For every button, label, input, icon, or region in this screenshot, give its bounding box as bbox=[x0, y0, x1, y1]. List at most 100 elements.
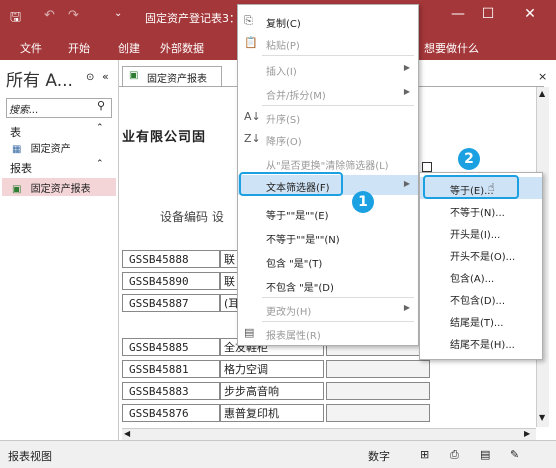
menu-item-insert[interactable]: 插入(I) ▶ bbox=[238, 59, 418, 79]
close-button[interactable]: ✕ bbox=[516, 6, 544, 28]
tab-create[interactable]: 创建 bbox=[118, 40, 140, 56]
text-filter-submenu: 等于(E)... ☝ 不等于(N)... 开头是(I)... 开头不是(O)..… bbox=[419, 172, 543, 360]
table-row-name[interactable]: 惠普复印机 bbox=[220, 404, 324, 422]
nav-collapse-icon[interactable]: « bbox=[102, 70, 109, 83]
table-row-name[interactable]: (耳 bbox=[220, 294, 239, 312]
submenu-arrow-icon: ▶ bbox=[403, 303, 410, 312]
table-row-code[interactable]: GSSB45888 bbox=[122, 250, 220, 268]
nav-item-label: 固定资产 bbox=[30, 144, 71, 155]
print-preview-icon[interactable]: ⎙ bbox=[450, 448, 459, 462]
callout-box-2 bbox=[423, 175, 519, 199]
sort-asc-icon: A↓ bbox=[244, 110, 261, 123]
menu-item-label: 插入(I) bbox=[266, 67, 297, 78]
submenu-item-label: 不等于(N)... bbox=[450, 208, 505, 219]
document-tab[interactable]: ▣ 固定资产报表 bbox=[122, 66, 222, 87]
menu-item-label: 粘贴(P) bbox=[266, 41, 300, 52]
table-row-blank bbox=[326, 360, 430, 378]
report-company-title: 业有限公司固 bbox=[122, 130, 207, 145]
menu-item-label: 降序(O) bbox=[266, 137, 302, 148]
nav-pane-header[interactable]: 所有 A... bbox=[6, 66, 73, 91]
tab-home[interactable]: 开始 bbox=[68, 40, 90, 56]
nav-search-input[interactable]: 搜索... ⚲ bbox=[6, 98, 112, 118]
report-view-icon[interactable]: ⊞ bbox=[420, 448, 429, 461]
minimize-button[interactable]: — bbox=[444, 6, 472, 28]
table-row-name[interactable]: 步步高音响 bbox=[220, 382, 324, 400]
submenu-item-begins-with[interactable]: 开头是(I)... bbox=[420, 221, 542, 243]
table-row-code[interactable]: GSSB45881 bbox=[122, 360, 220, 378]
table-row-code[interactable]: GSSB45876 bbox=[122, 404, 220, 422]
menu-item-report-properties[interactable]: ▤ 报表属性(R) bbox=[238, 323, 418, 343]
submenu-item-ends-with[interactable]: 结尾是(T)... bbox=[420, 309, 542, 331]
table-row-code[interactable]: GSSB45885 bbox=[122, 338, 220, 356]
menu-item-not-equals-yes[interactable]: 不等于""是""(N) bbox=[238, 227, 418, 247]
callout-badge-1: 1 bbox=[352, 191, 374, 213]
menu-item-not-contains-yes[interactable]: 不包含 "是"(D) bbox=[238, 275, 418, 295]
submenu-item-label: 不包含(D)... bbox=[450, 296, 506, 307]
maximize-button[interactable]: ☐ bbox=[474, 6, 502, 28]
menu-item-label: 包含 "是"(T) bbox=[266, 259, 323, 270]
submenu-item-not-ends-with[interactable]: 结尾不是(H)... bbox=[420, 331, 542, 353]
navigation-pane: 所有 A... ⊙ « 搜索... ⚲ 表 ⌃ ▦ 固定资产 报表 ⌃ ▣ 固定… bbox=[0, 60, 119, 440]
table-row-name[interactable]: 格力空调 bbox=[220, 360, 324, 378]
menu-item-sort-asc[interactable]: A↓ 升序(S) bbox=[238, 107, 418, 127]
menu-item-label: 更改为(H) bbox=[266, 307, 312, 318]
group-collapse-icon[interactable]: ⌃ bbox=[96, 159, 104, 169]
report-icon: ▣ bbox=[12, 184, 22, 195]
report-icon: ▣ bbox=[129, 70, 139, 81]
menu-item-label: 不包含 "是"(D) bbox=[266, 283, 334, 294]
numlock-indicator: 数字 bbox=[368, 450, 390, 463]
sort-desc-icon: Z↓ bbox=[244, 132, 261, 145]
menu-item-label: 合并/拆分(M) bbox=[266, 91, 326, 102]
menu-item-label: 从"是否更换"清除筛选器(L) bbox=[266, 161, 389, 172]
quick-access-customize-icon[interactable]: ⌄ bbox=[114, 8, 122, 19]
menu-separator bbox=[262, 297, 414, 298]
table-row-name[interactable]: 联 bbox=[220, 250, 238, 268]
menu-item-equals-yes[interactable]: 等于""是""(E) bbox=[238, 203, 418, 223]
copy-icon: ⎘ bbox=[244, 14, 253, 27]
submenu-item-label: 开头不是(O)... bbox=[450, 252, 516, 263]
submenu-item-contains[interactable]: 包含(A)... bbox=[420, 265, 542, 287]
menu-item-paste[interactable]: 📋 粘贴(P) bbox=[238, 33, 418, 53]
save-icon[interactable]: 🖫 bbox=[10, 8, 21, 30]
table-row-code[interactable]: GSSB45887 bbox=[122, 294, 220, 312]
menu-item-contains-yes[interactable]: 包含 "是"(T) bbox=[238, 251, 418, 271]
close-document-icon[interactable]: × bbox=[538, 70, 547, 83]
submenu-item-not-contains[interactable]: 不包含(D)... bbox=[420, 287, 542, 309]
menu-item-change-to[interactable]: 更改为(H) ▶ bbox=[238, 299, 418, 319]
scroll-up-icon[interactable]: ▲ bbox=[539, 89, 545, 98]
menu-item-label: 升序(S) bbox=[266, 115, 301, 126]
nav-dropdown-icon[interactable]: ⊙ bbox=[86, 72, 94, 83]
menu-item-clear-filter[interactable]: 从"是否更换"清除筛选器(L) bbox=[238, 153, 418, 173]
redo-icon[interactable]: ↷ bbox=[68, 8, 79, 23]
table-row-code[interactable]: GSSB45890 bbox=[122, 272, 220, 290]
tab-file[interactable]: 文件 bbox=[20, 40, 42, 56]
table-row-blank bbox=[326, 382, 430, 400]
menu-item-label: 等于""是""(E) bbox=[266, 211, 329, 222]
nav-item-label: 固定资产报表 bbox=[30, 184, 91, 195]
tell-me-box[interactable]: 想要做什么 bbox=[424, 40, 479, 56]
layout-view-icon[interactable]: ▤ bbox=[480, 448, 490, 461]
undo-icon[interactable]: ↶ bbox=[44, 8, 55, 23]
scroll-right-icon[interactable]: ▶ bbox=[524, 429, 530, 438]
nav-group-tables[interactable]: 表 bbox=[10, 124, 21, 140]
submenu-item-not-equals[interactable]: 不等于(N)... bbox=[420, 199, 542, 221]
group-collapse-icon[interactable]: ⌃ bbox=[96, 123, 104, 133]
scroll-down-icon[interactable]: ▼ bbox=[539, 413, 545, 422]
menu-separator bbox=[262, 105, 414, 106]
table-row-code[interactable]: GSSB45883 bbox=[122, 382, 220, 400]
menu-item-sort-desc[interactable]: Z↓ 降序(O) bbox=[238, 129, 418, 149]
nav-item-fixed-asset-report[interactable]: ▣ 固定资产报表 bbox=[12, 180, 91, 195]
callout-box-1 bbox=[239, 172, 343, 196]
resize-handle bbox=[422, 162, 432, 172]
nav-item-fixed-assets[interactable]: ▦ 固定资产 bbox=[12, 140, 71, 155]
design-view-icon[interactable]: ✎ bbox=[510, 448, 519, 461]
nav-group-reports[interactable]: 报表 bbox=[10, 160, 32, 176]
status-bar: 报表视图 数字 ⊞ ⎙ ▤ ✎ bbox=[0, 440, 556, 468]
submenu-item-not-begins-with[interactable]: 开头不是(O)... bbox=[420, 243, 542, 265]
tab-external-data[interactable]: 外部数据 bbox=[160, 40, 204, 56]
menu-item-merge-split[interactable]: 合并/拆分(M) ▶ bbox=[238, 83, 418, 103]
window-title: 固定资产登记表3： bbox=[145, 12, 240, 25]
scroll-left-icon[interactable]: ◀ bbox=[124, 429, 130, 438]
menu-item-copy[interactable]: ⎘ 复制(C) bbox=[238, 11, 418, 31]
table-row-name[interactable]: 联 bbox=[220, 272, 238, 290]
